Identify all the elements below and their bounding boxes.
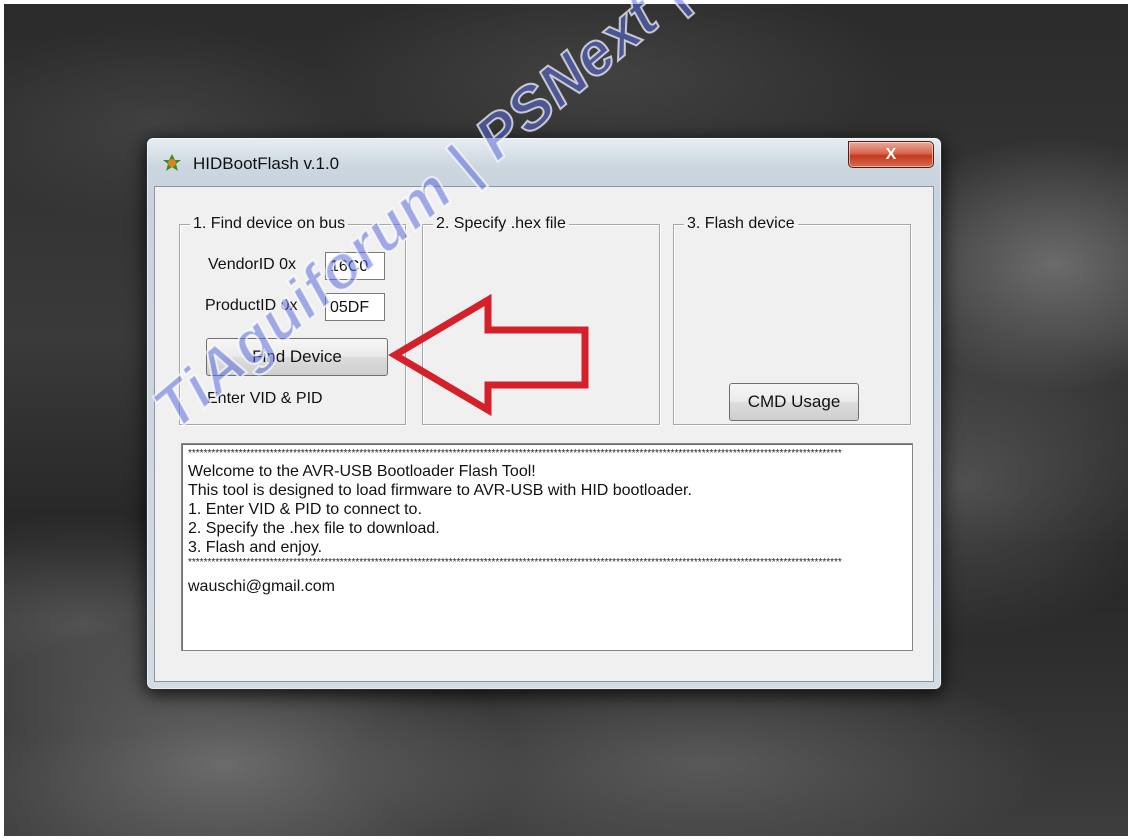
cmd-usage-button[interactable]: CMD Usage <box>729 383 859 421</box>
log-line: 3. Flash and enjoy. <box>188 539 323 556</box>
separator-line: ****************************************… <box>188 448 842 459</box>
close-icon: X <box>885 146 897 163</box>
log-line: 2. Specify the .hex file to download. <box>188 520 440 537</box>
close-button[interactable]: X <box>848 141 934 168</box>
window-title: HIDBootFlash v.1.0 <box>193 154 340 173</box>
client-area: 1. Find device on bus VendorID 0x 16C0 P… <box>154 186 934 682</box>
hex-file-group: 2. Specify .hex file <box>422 215 660 425</box>
separator-line: ****************************************… <box>188 557 842 568</box>
hex-file-legend: 2. Specify .hex file <box>436 215 566 232</box>
title-bar[interactable]: HIDBootFlash v.1.0 X <box>147 138 941 186</box>
flash-device-legend: 3. Flash device <box>687 215 795 232</box>
log-output[interactable]: ****************************************… <box>181 443 913 651</box>
log-line: This tool is designed to load firmware t… <box>188 482 692 499</box>
email-line: wauschi@gmail.com <box>188 578 335 595</box>
app-icon <box>163 154 181 171</box>
log-line: 1. Enter VID & PID to connect to. <box>188 501 422 518</box>
app-window: HIDBootFlash v.1.0 X 1. Find device on b… <box>146 137 942 690</box>
find-device-legend: 1. Find device on bus <box>193 215 346 232</box>
log-line: Welcome to the AVR-USB Bootloader Flash … <box>188 463 536 480</box>
